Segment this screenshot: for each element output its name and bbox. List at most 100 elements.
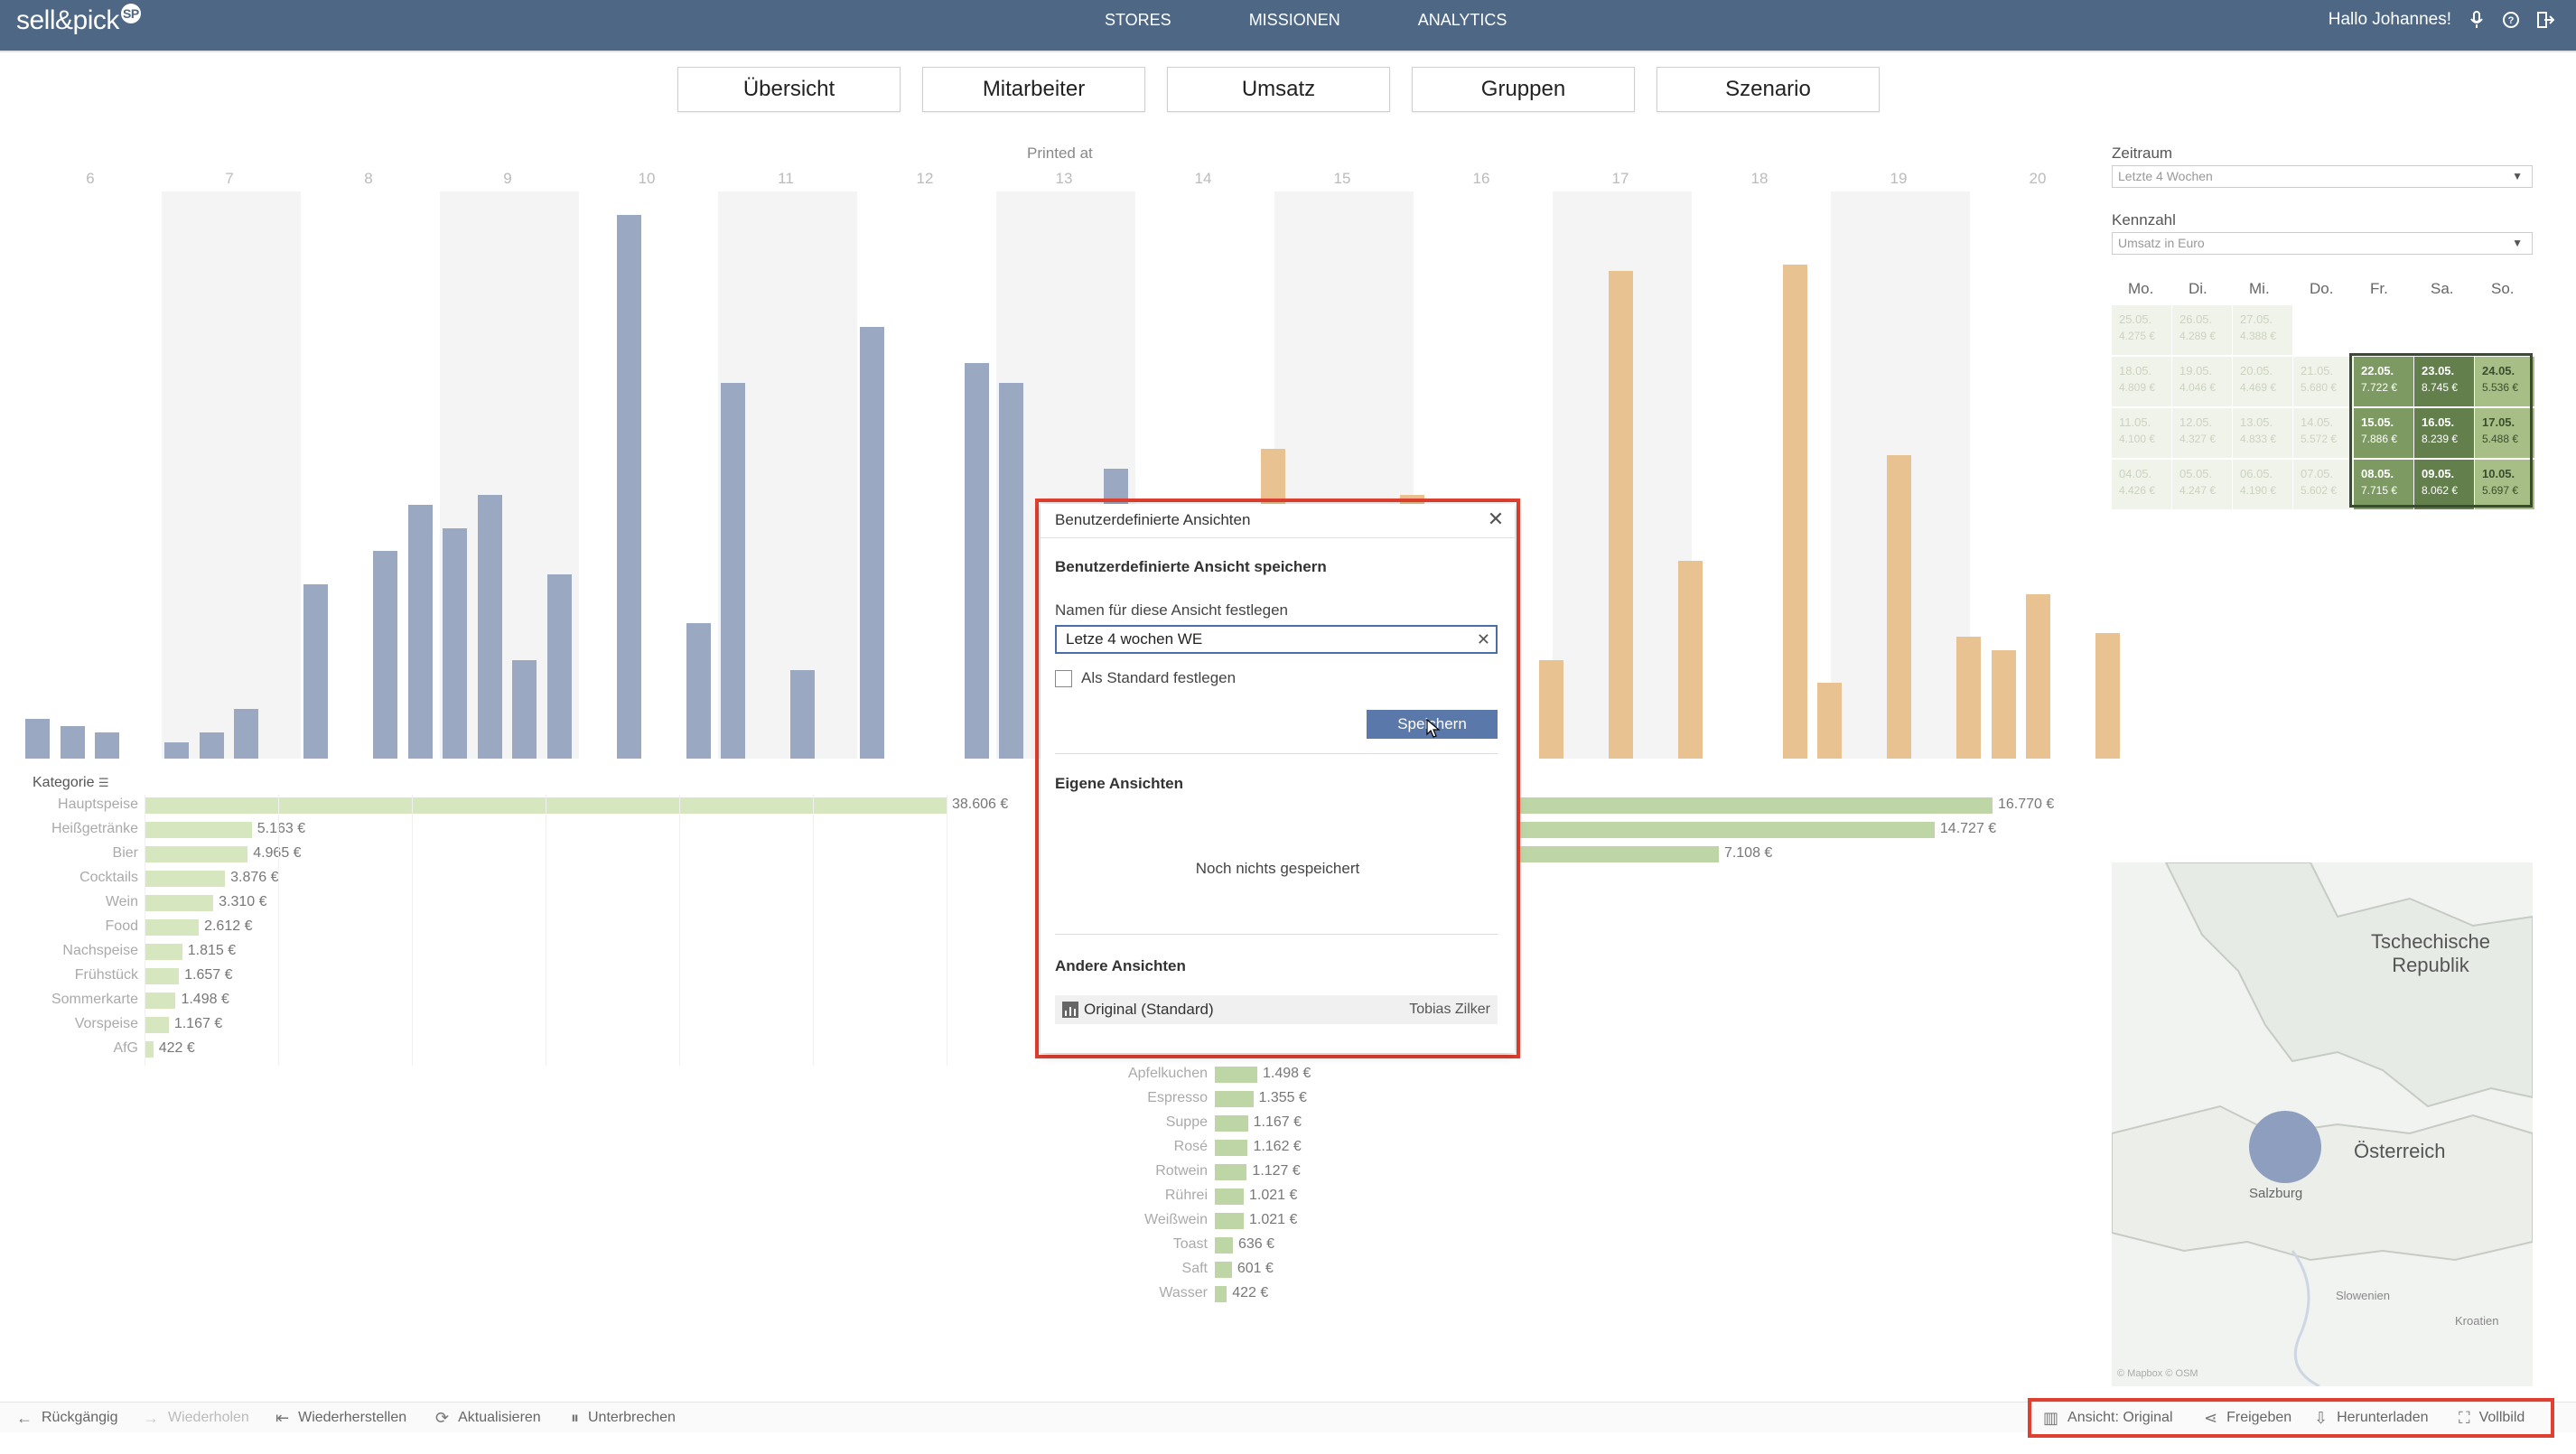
revenue-bar[interactable] [1782, 264, 1807, 759]
revenue-bar[interactable] [199, 732, 224, 759]
view-item-original[interactable]: Original (Standard) Tobias Zilker [1055, 995, 1498, 1024]
revenue-bar[interactable] [2026, 593, 2050, 759]
nav-analytics[interactable]: ANALYTICS [1379, 0, 1546, 40]
nav-missionen[interactable]: MISSIONEN [1210, 0, 1379, 40]
app-logo[interactable]: sell&pick SP [16, 4, 141, 36]
product-bar[interactable] [1215, 1067, 1257, 1083]
kennzahl-select[interactable]: Umsatz in Euro ▼ [2112, 232, 2533, 255]
tab-umsatz[interactable]: Umsatz [1167, 67, 1390, 112]
revenue-bar[interactable] [373, 551, 397, 759]
help-icon[interactable]: ? [2502, 11, 2520, 29]
revenue-bar[interactable] [95, 732, 119, 759]
default-label[interactable]: Als Standard festlegen [1081, 669, 1236, 687]
revenue-bar[interactable] [1887, 455, 1911, 759]
category-bar[interactable] [145, 1041, 154, 1058]
calendar-day-cell[interactable]: 04.05. 4.426 € [2112, 460, 2171, 509]
revenue-bar[interactable] [999, 383, 1023, 759]
revenue-bar[interactable] [1609, 271, 1633, 759]
refresh-button[interactable]: ⟳ Aktualisieren [435, 1403, 541, 1433]
revenue-bar[interactable] [1817, 683, 1842, 759]
revenue-bar[interactable] [407, 505, 433, 759]
close-icon[interactable]: ✕ [1484, 508, 1507, 531]
weekday-header: Mi. [2249, 280, 2270, 297]
logout-icon[interactable] [2536, 11, 2554, 29]
revenue-bar[interactable] [512, 659, 537, 759]
undo-button[interactable]: ← Rückgängig [16, 1403, 118, 1433]
week-label: 13 [1055, 170, 1073, 187]
product-bar[interactable] [1215, 1140, 1248, 1156]
revenue-bar[interactable] [1678, 561, 1703, 759]
category-bar[interactable] [145, 944, 182, 960]
product-bar[interactable] [1215, 1213, 1245, 1229]
tab-mitarbeiter[interactable]: Mitarbeiter [922, 67, 1145, 112]
default-checkbox[interactable] [1055, 670, 1072, 687]
category-bar[interactable] [145, 993, 176, 1009]
product-bar[interactable] [1215, 1262, 1232, 1278]
revenue-bar[interactable] [164, 741, 189, 759]
product-bar[interactable] [1215, 1188, 1245, 1205]
calendar-day-cell[interactable]: 05.05. 4.247 € [2172, 460, 2232, 509]
tab-szenario[interactable]: Szenario [1657, 67, 1880, 112]
calendar-day-cell[interactable]: 14.05. 5.572 € [2293, 408, 2353, 458]
kategorie-header[interactable]: Kategorie ☰ [33, 775, 109, 791]
revenue-bar[interactable] [546, 573, 572, 759]
calendar-day-cell[interactable]: 26.05. 4.289 € [2172, 305, 2232, 355]
category-bar[interactable] [145, 1017, 169, 1033]
map-credit[interactable]: © Mapbox © OSM [2117, 1368, 2198, 1379]
product-bar[interactable] [1215, 1286, 1227, 1302]
revenue-bar[interactable] [721, 383, 745, 759]
calendar-day-cell[interactable]: 18.05. 4.809 € [2112, 357, 2171, 406]
revenue-bar[interactable] [234, 709, 258, 759]
product-bar[interactable] [1517, 846, 1719, 862]
revenue-bar[interactable] [1956, 637, 1981, 759]
revenue-bar[interactable] [303, 583, 328, 759]
revenue-bar[interactable] [443, 527, 467, 759]
tab-gruppen[interactable]: Gruppen [1412, 67, 1635, 112]
microphone-icon[interactable] [2468, 11, 2486, 29]
calendar-day-cell[interactable]: 06.05. 4.190 € [2233, 460, 2292, 509]
sort-icon[interactable]: ☰ [98, 776, 109, 789]
revenue-bar[interactable] [1539, 659, 1563, 759]
redo-button[interactable]: → Wiederholen [143, 1403, 249, 1433]
product-bar[interactable] [1215, 1164, 1247, 1180]
revenue-bar[interactable] [790, 669, 815, 759]
product-bar[interactable] [1517, 797, 1993, 814]
calendar-day-cell[interactable]: 25.05. 4.275 € [2112, 305, 2171, 355]
view-name-input[interactable]: Letze 4 wochen WE ✕ [1055, 625, 1498, 654]
clear-icon[interactable]: ✕ [1477, 627, 1490, 652]
calendar-day-cell[interactable]: 27.05. 4.388 € [2233, 305, 2292, 355]
tab-uebersicht[interactable]: Übersicht [677, 67, 901, 112]
revenue-bar[interactable] [616, 215, 641, 759]
category-bar[interactable] [145, 919, 200, 936]
calendar-day-cell[interactable]: 12.05. 4.327 € [2172, 408, 2232, 458]
product-bar[interactable] [1215, 1237, 1233, 1254]
product-bar[interactable] [1215, 1091, 1254, 1107]
calendar-day-cell[interactable]: 13.05. 4.833 € [2233, 408, 2292, 458]
revenue-bar[interactable] [964, 363, 989, 759]
map-view[interactable]: Tschechische Republik Österreich Salzbur… [2112, 862, 2533, 1386]
calendar-day-cell[interactable]: 11.05. 4.100 € [2112, 408, 2171, 458]
calendar-day-cell[interactable]: 07.05. 5.602 € [2293, 460, 2353, 509]
revenue-bar[interactable] [686, 623, 711, 759]
category-bar[interactable] [145, 968, 180, 984]
calendar-day-cell[interactable]: 20.05. 4.469 € [2233, 357, 2292, 406]
revenue-bar[interactable] [477, 495, 502, 759]
calendar-day-cell[interactable]: 19.05. 4.046 € [2172, 357, 2232, 406]
revenue-bar[interactable] [2095, 633, 2120, 759]
map-label-austria: Österreich [2354, 1140, 2446, 1162]
product-bar[interactable] [1517, 822, 1935, 838]
zeitraum-select[interactable]: Letzte 4 Wochen ▼ [2112, 165, 2533, 188]
revenue-bar[interactable] [1991, 649, 2016, 759]
revenue-bar[interactable] [25, 719, 50, 759]
category-bar[interactable] [145, 846, 248, 862]
product-bar[interactable] [1215, 1115, 1248, 1132]
revenue-bar[interactable] [860, 327, 884, 759]
revenue-bar[interactable] [60, 725, 85, 759]
category-bar[interactable] [145, 895, 214, 911]
category-bar[interactable] [145, 871, 226, 887]
calendar-day-cell[interactable]: 21.05. 5.680 € [2293, 357, 2353, 406]
pause-button[interactable]: ⏸ Unterbrechen [571, 1403, 676, 1433]
revert-button[interactable]: ⇤ Wiederherstellen [275, 1403, 406, 1433]
nav-stores[interactable]: STORES [1066, 0, 1210, 40]
category-bar[interactable] [145, 822, 252, 838]
